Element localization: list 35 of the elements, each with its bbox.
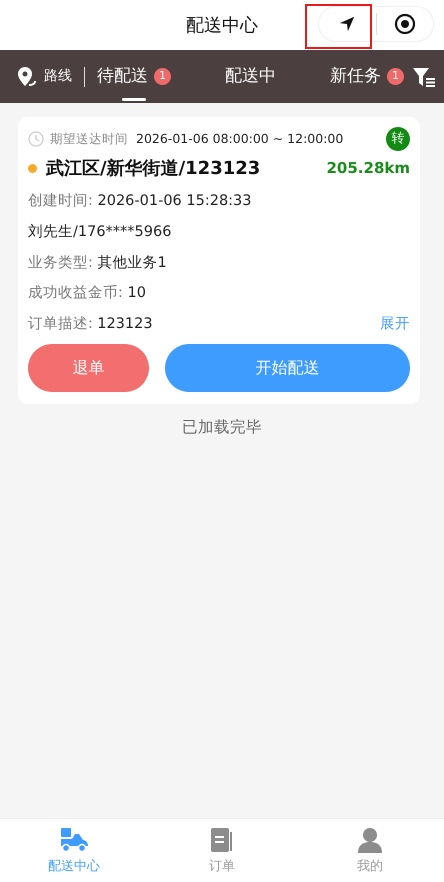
field-label: 业务类型: [28, 254, 94, 270]
loaded-status: 已加载完毕 [181, 416, 263, 438]
page-title: 配送中心 [186, 14, 258, 38]
field-value: 10 [128, 285, 146, 302]
return-button[interactable]: 退单 [28, 344, 149, 392]
address: 武江区/新华街道/123123 [46, 157, 260, 181]
count-badge: 1 [154, 68, 171, 85]
route-button[interactable]: 路线 [16, 50, 72, 103]
clock-icon [28, 131, 44, 147]
navigation-arrow-icon[interactable] [338, 15, 356, 33]
tab[interactable]: 配送中 [225, 50, 276, 103]
expected-time-label: 期望送达时间 [50, 130, 128, 148]
field-value: 2026-01-06 15:28:33 [98, 193, 252, 209]
nav-tab[interactable]: 订单 [148, 819, 296, 882]
filter-icon[interactable] [412, 66, 436, 88]
customer-contact: 刘先生/176****5966 [28, 224, 172, 240]
field-value: 其他业务1 [98, 254, 167, 270]
target-icon[interactable] [394, 13, 416, 35]
count-badge: 1 [387, 68, 404, 85]
nav-tab[interactable]: 配送中心 [0, 819, 148, 882]
person-icon [357, 827, 383, 853]
map-pin-icon [16, 66, 38, 88]
nav-tab[interactable]: 我的 [296, 819, 444, 882]
expand-link[interactable]: 展开 [380, 314, 410, 336]
field-label: 订单描述: [28, 315, 93, 334]
expected-time: 2026-01-06 08:00:00 ~ 12:00:00 [136, 130, 344, 148]
notebook-icon [209, 827, 235, 853]
field-value: 123123 [97, 315, 153, 334]
tab[interactable]: 新任务 1 [330, 50, 404, 103]
distance: 205.28km [326, 158, 410, 180]
field-label: 创建时间: [28, 193, 94, 209]
transfer-badge: 转 [386, 127, 410, 151]
start-button[interactable]: 开始配送 [165, 344, 410, 392]
tab[interactable]: 待配送 1 [97, 50, 171, 103]
field-label: 成功收益金币: [28, 285, 124, 302]
